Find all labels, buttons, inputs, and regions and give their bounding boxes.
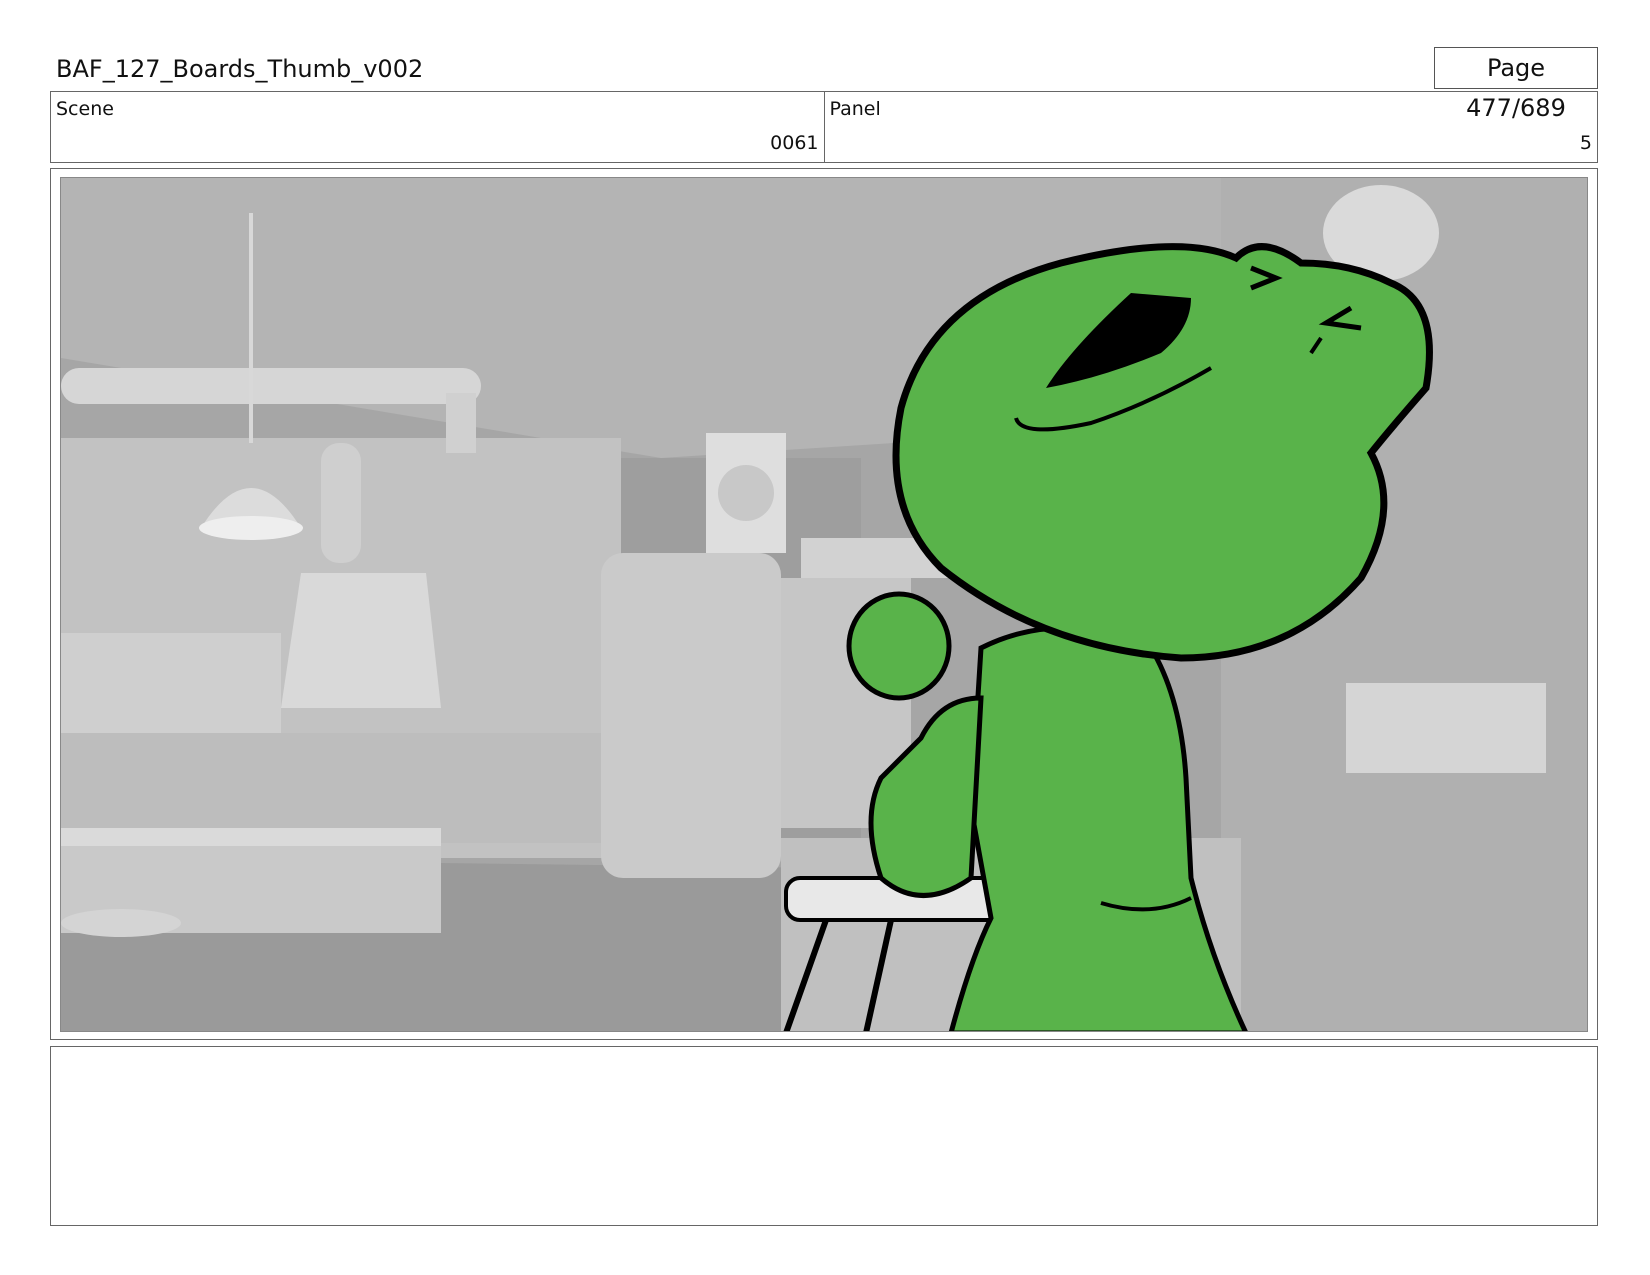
pipe-elbow bbox=[446, 393, 476, 453]
panel-cell: Panel 5 bbox=[823, 92, 1598, 162]
document-title: BAF_127_Boards_Thumb_v002 bbox=[56, 55, 424, 83]
scene-panel-row: Scene 0061 Panel 5 bbox=[50, 91, 1598, 163]
panel-number: 5 bbox=[1579, 132, 1592, 154]
fan-blades bbox=[718, 465, 774, 521]
character-fist bbox=[846, 591, 952, 701]
lamp-cord bbox=[249, 213, 253, 443]
stool bbox=[61, 909, 181, 937]
upper-cabinet bbox=[61, 633, 281, 733]
refrigerator bbox=[601, 553, 781, 878]
page-number: Page 477/689 bbox=[1434, 47, 1598, 122]
range-hood bbox=[281, 573, 441, 708]
panel-notes-box bbox=[50, 1046, 1598, 1226]
storyboard-frame bbox=[60, 177, 1588, 1032]
backsplash bbox=[61, 733, 621, 843]
scene-cell: Scene 0061 bbox=[51, 92, 824, 162]
planter bbox=[1346, 683, 1546, 773]
island-top bbox=[61, 828, 441, 846]
ceiling-pipe bbox=[61, 368, 481, 404]
lamp-rim bbox=[199, 516, 303, 540]
scene-number: 0061 bbox=[770, 132, 819, 154]
vent-pipe bbox=[321, 443, 361, 563]
scene-label: Scene bbox=[56, 98, 114, 120]
storyboard-drawing bbox=[61, 178, 1587, 1031]
panel-label: Panel bbox=[829, 98, 881, 120]
